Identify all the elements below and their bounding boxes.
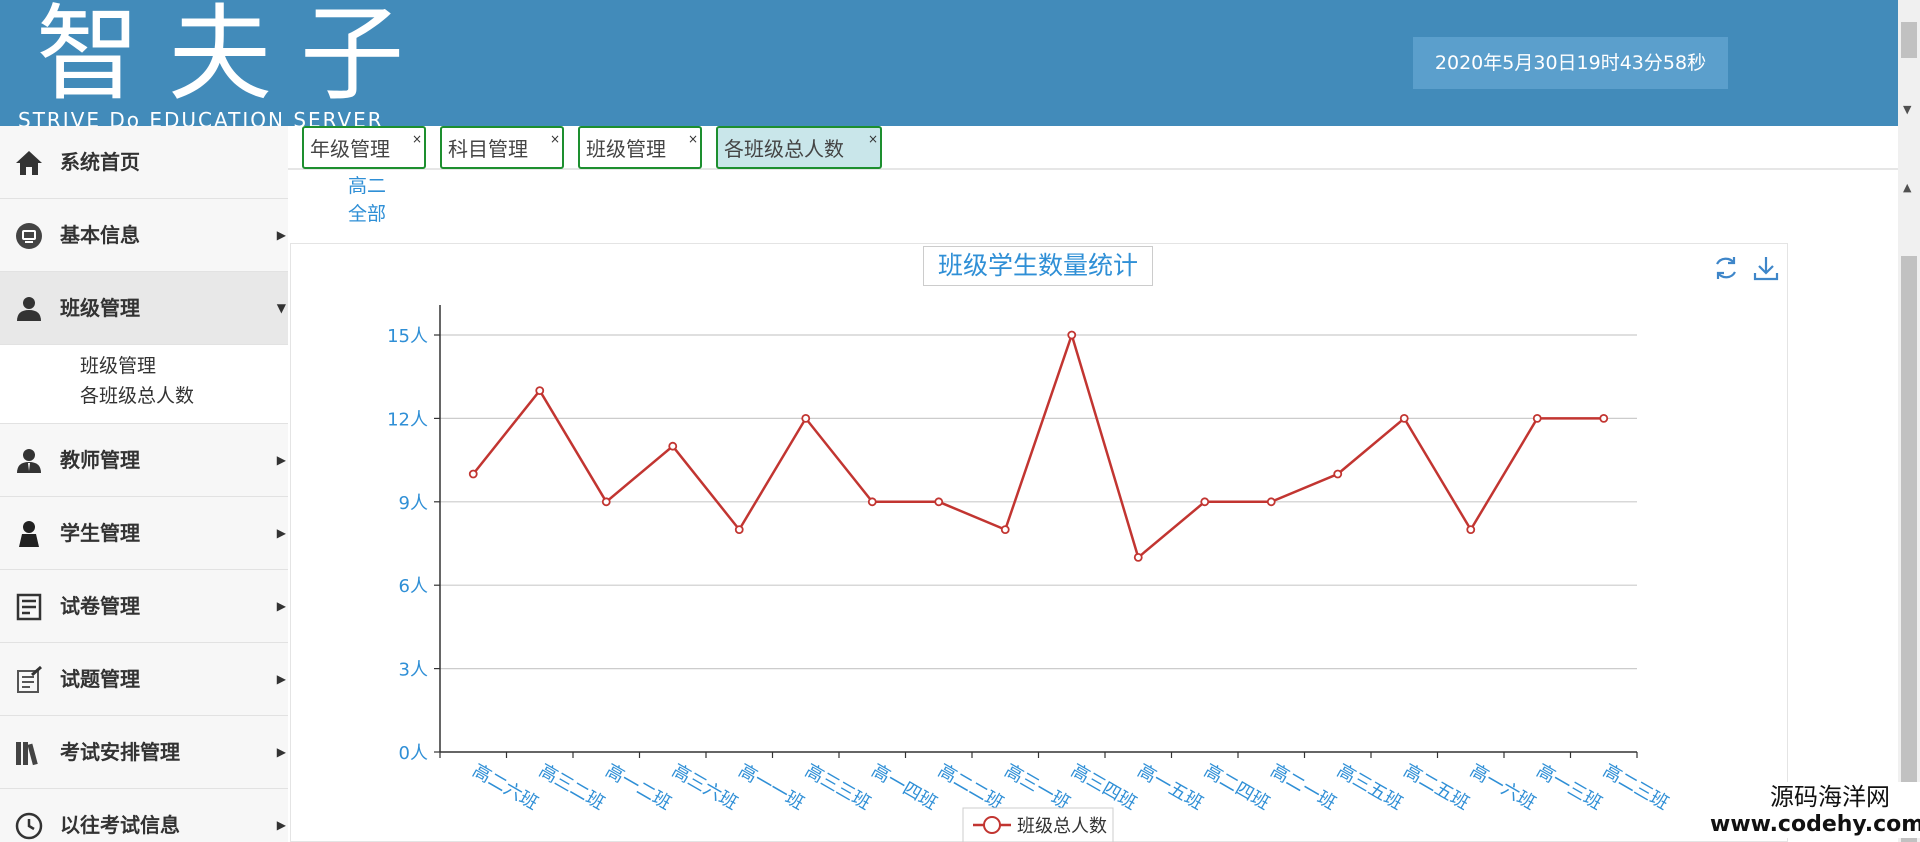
watermark-cn: 源码海洋网 [1770, 783, 1890, 811]
close-icon[interactable]: × [412, 132, 422, 146]
page-scrollbar[interactable]: ▼ ▲ [1898, 0, 1920, 842]
sidebar-item-past-exams[interactable]: 以往考试信息 ▶ [0, 789, 288, 842]
grade-filters: 高二 全部 [348, 172, 386, 228]
chevron-right-icon: ▶ [276, 672, 286, 686]
logo: 智夫子 STRIVE Do EDUCATION SERVER [18, 0, 470, 126]
chevron-right-icon: ▶ [276, 745, 286, 759]
submenu-class-management[interactable]: 班级管理 [80, 351, 288, 381]
teacher-icon [17, 449, 41, 473]
chevron-right-icon: ▶ [276, 453, 286, 467]
chart-panel [290, 243, 1788, 842]
tab-label: 年级管理 [310, 137, 390, 161]
scroll-up-arrow[interactable]: ▲ [1903, 182, 1911, 194]
sidebar-item-label: 以往考试信息 [60, 813, 180, 837]
question-icon [17, 665, 42, 693]
chevron-down-icon: ▼ [276, 301, 286, 315]
logo-subtitle: STRIVE Do EDUCATION SERVER [18, 108, 384, 126]
sidebar-item-label: 考试安排管理 [60, 740, 180, 764]
sidebar-item-exam-schedule[interactable]: 考试安排管理 ▶ [0, 716, 288, 789]
sidebar-item-label: 教师管理 [60, 448, 140, 472]
student-icon [19, 521, 39, 547]
refresh-icon[interactable] [1712, 254, 1740, 282]
top-header: 智夫子 STRIVE Do EDUCATION SERVER 2020年5月30… [0, 0, 1898, 126]
sidebar-item-label: 试卷管理 [60, 594, 140, 618]
chevron-right-icon: ▶ [276, 228, 286, 242]
sidebar-item-label: 班级管理 [60, 296, 140, 320]
watermark-url: www.codehy.com [1710, 812, 1920, 837]
tab-label: 各班级总人数 [724, 137, 844, 161]
current-datetime: 2020年5月30日19时43分58秒 [1413, 37, 1728, 89]
logo-title: 智夫子 [36, 0, 433, 115]
tab-class-management[interactable]: 班级管理 × [578, 126, 702, 169]
sidebar-item-label: 试题管理 [60, 667, 140, 691]
sidebar-item-class-management[interactable]: 班级管理 ▼ [0, 272, 288, 345]
home-icon [16, 151, 42, 175]
sidebar-item-label: 基本信息 [60, 223, 140, 247]
tab-subject-management[interactable]: 科目管理 × [440, 126, 564, 169]
sidebar-menu: 系统首页 基本信息 ▶ 班级管理 ▼ 班级管理 各班级总人数 教师管理 ▶ 学生… [0, 126, 288, 842]
sidebar-item-teacher-management[interactable]: 教师管理 ▶ [0, 424, 288, 497]
watermark: 源码海洋网 www.codehy.com [1710, 782, 1920, 838]
sidebar-item-basic-info[interactable]: 基本信息 ▶ [0, 199, 288, 272]
sidebar-item-home[interactable]: 系统首页 [0, 126, 288, 199]
content-scrollbar-thumb[interactable] [1901, 256, 1917, 842]
scroll-down-arrow[interactable]: ▼ [1903, 104, 1911, 116]
sidebar-item-label: 系统首页 [60, 150, 140, 174]
sidebar-item-paper-management[interactable]: 试卷管理 ▶ [0, 570, 288, 643]
close-icon[interactable]: × [688, 132, 698, 146]
sidebar-item-label: 学生管理 [60, 521, 140, 545]
filter-all[interactable]: 全部 [348, 200, 386, 228]
paper-icon [16, 593, 42, 621]
tab-label: 科目管理 [448, 137, 528, 161]
sidebar-item-question-management[interactable]: 试题管理 ▶ [0, 643, 288, 716]
tab-bar: 年级管理 × 科目管理 × 班级管理 × 各班级总人数 × [288, 126, 1898, 170]
books-icon [16, 742, 38, 766]
close-icon[interactable]: × [868, 132, 878, 146]
tab-label: 班级管理 [586, 137, 666, 161]
tab-grade-management[interactable]: 年级管理 × [302, 126, 426, 169]
scrollbar-thumb[interactable] [1901, 22, 1917, 58]
chevron-right-icon: ▶ [276, 526, 286, 540]
submenu-class-totals[interactable]: 各班级总人数 [80, 381, 288, 411]
class-submenu: 班级管理 各班级总人数 [0, 345, 288, 424]
clock-icon [15, 812, 43, 840]
chevron-right-icon: ▶ [276, 599, 286, 613]
info-icon [16, 223, 42, 249]
filter-grade-2[interactable]: 高二 [348, 172, 386, 200]
close-icon[interactable]: × [550, 132, 560, 146]
class-icon [17, 297, 41, 321]
tab-class-totals[interactable]: 各班级总人数 × [716, 126, 882, 169]
sidebar-item-student-management[interactable]: 学生管理 ▶ [0, 497, 288, 570]
chart-title: 班级学生数量统计 [923, 246, 1153, 286]
download-icon[interactable] [1752, 254, 1780, 282]
chevron-right-icon: ▶ [276, 818, 286, 832]
